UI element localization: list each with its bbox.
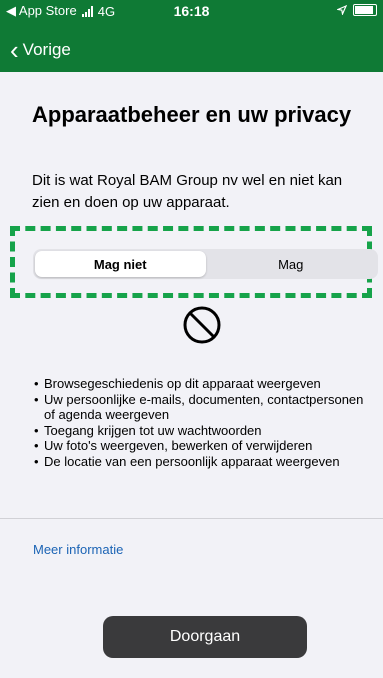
segment-allowed[interactable]: Mag [206,251,377,277]
permission-segmented-control[interactable]: Mag niet Mag [33,249,378,279]
battery-icon [353,4,377,16]
more-info-link[interactable]: Meer informatie [33,542,123,557]
app-header: ◀ App Store 4G 16:18 ‹ Vorige [0,0,383,72]
continue-button[interactable]: Doorgaan [103,616,307,658]
list-item: Uw foto's weergeven, bewerken of verwijd… [34,438,374,454]
location-arrow-icon [337,5,347,15]
list-item: De locatie van een persoonlijk apparaat … [34,454,374,470]
status-right [337,4,377,16]
back-button[interactable]: ‹ Vorige [10,35,71,65]
list-item: Toegang krijgen tot uw wachtwoorden [34,423,374,439]
list-item: Uw persoonlijke e-mails, documenten, con… [34,392,374,423]
divider [0,518,383,519]
restrictions-list: Browsegeschiedenis op dit apparaat weerg… [34,376,374,469]
prohibited-icon [183,306,221,344]
page-title: Apparaatbeheer en uw privacy [32,102,352,127]
segment-not-allowed[interactable]: Mag niet [35,251,206,277]
status-bar: ◀ App Store 4G 16:18 [0,0,383,22]
list-item: Browsegeschiedenis op dit apparaat weerg… [34,376,374,392]
status-time: 16:18 [173,3,210,19]
page-description: Dit is wat Royal BAM Group nv wel en nie… [32,172,343,211]
back-label: Vorige [22,40,71,59]
chevron-left-icon: ‹ [10,35,19,65]
